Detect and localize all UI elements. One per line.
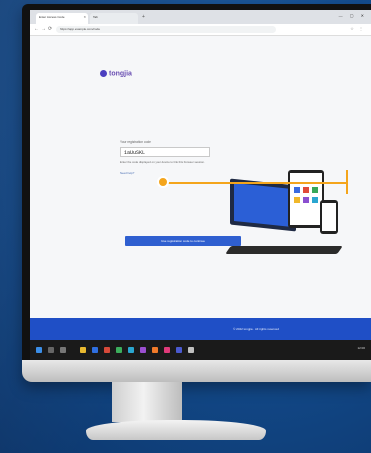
window-controls[interactable]: — ▢ ✕ [339, 13, 367, 18]
reload-icon[interactable]: ⟳ [48, 26, 52, 32]
app-tile [303, 197, 309, 203]
app-tile [312, 197, 318, 203]
laptop-illustration [230, 178, 296, 232]
monitor-chin [22, 360, 371, 382]
new-tab-button[interactable]: + [142, 14, 145, 20]
app-tile [294, 197, 300, 203]
tab-title: Enter Access Code [39, 15, 65, 19]
page-footer: © 2022 tongjia · All rights reserved [30, 318, 371, 340]
callout-stub [346, 170, 348, 194]
tablet-screen [290, 173, 322, 225]
app-icon[interactable] [188, 347, 194, 353]
app-icon[interactable] [116, 347, 122, 353]
help-link[interactable]: Need help? [120, 171, 230, 175]
browser-tab-active[interactable]: Enter Access Code ✕ [36, 13, 88, 24]
callout-line [168, 182, 348, 184]
app-tile [312, 187, 318, 193]
address-bar-row: ← → ⟳ https://app.example.com/code ☆ ⋮ [30, 24, 371, 36]
app-icon[interactable] [176, 347, 182, 353]
phone-illustration [320, 200, 338, 234]
logo-text: tongjia [109, 70, 132, 78]
code-form: Your registration code 1aUuSKL Enter the… [120, 140, 230, 175]
app-icon[interactable] [104, 347, 110, 353]
extensions-icon[interactable]: ☆ ⋮ [350, 26, 365, 31]
back-icon[interactable]: ← [34, 26, 39, 32]
monitor-stand-neck [112, 382, 182, 422]
close-icon[interactable]: ✕ [83, 15, 86, 19]
app-icon[interactable] [128, 347, 134, 353]
app-icon[interactable] [164, 347, 170, 353]
code-hint: Enter the code displayed on your device … [120, 160, 205, 164]
browser-tab[interactable]: Tab [90, 13, 138, 24]
submit-code-button[interactable]: Use registration code to continue [125, 236, 241, 246]
url-field[interactable]: https://app.example.com/code [56, 26, 276, 33]
footer-text: © 2022 tongjia · All rights reserved [233, 327, 279, 331]
start-icon[interactable] [36, 347, 42, 353]
laptop-base [225, 246, 343, 254]
code-label: Your registration code [120, 140, 151, 144]
monitor-stand-base [86, 420, 266, 440]
code-input[interactable]: 1aUuSKL [120, 147, 210, 157]
app-icon[interactable] [140, 347, 146, 353]
monitor-screen: Enter Access Code ✕ Tab + — ▢ ✕ ← → ⟳ ht… [30, 10, 371, 360]
clock: 12:00 [357, 346, 365, 350]
phone-screen [322, 203, 336, 231]
brand-logo: tongjia [100, 70, 132, 77]
taskbar: 12:00 [30, 340, 371, 360]
tablet-illustration [288, 170, 324, 228]
forward-icon[interactable]: → [41, 26, 46, 32]
logo-icon [100, 70, 107, 77]
browser-icon[interactable] [92, 347, 98, 353]
tab-title: Tab [93, 15, 98, 19]
taskview-icon[interactable] [60, 347, 66, 353]
callout-dot [157, 176, 169, 188]
app-icon[interactable] [152, 347, 158, 353]
laptop-screen [234, 182, 292, 228]
search-icon[interactable] [48, 347, 54, 353]
app-tile [303, 187, 309, 193]
browser-tab-bar: Enter Access Code ✕ Tab + — ▢ ✕ [30, 10, 371, 24]
folder-icon[interactable] [80, 347, 86, 353]
app-tile [294, 187, 300, 193]
